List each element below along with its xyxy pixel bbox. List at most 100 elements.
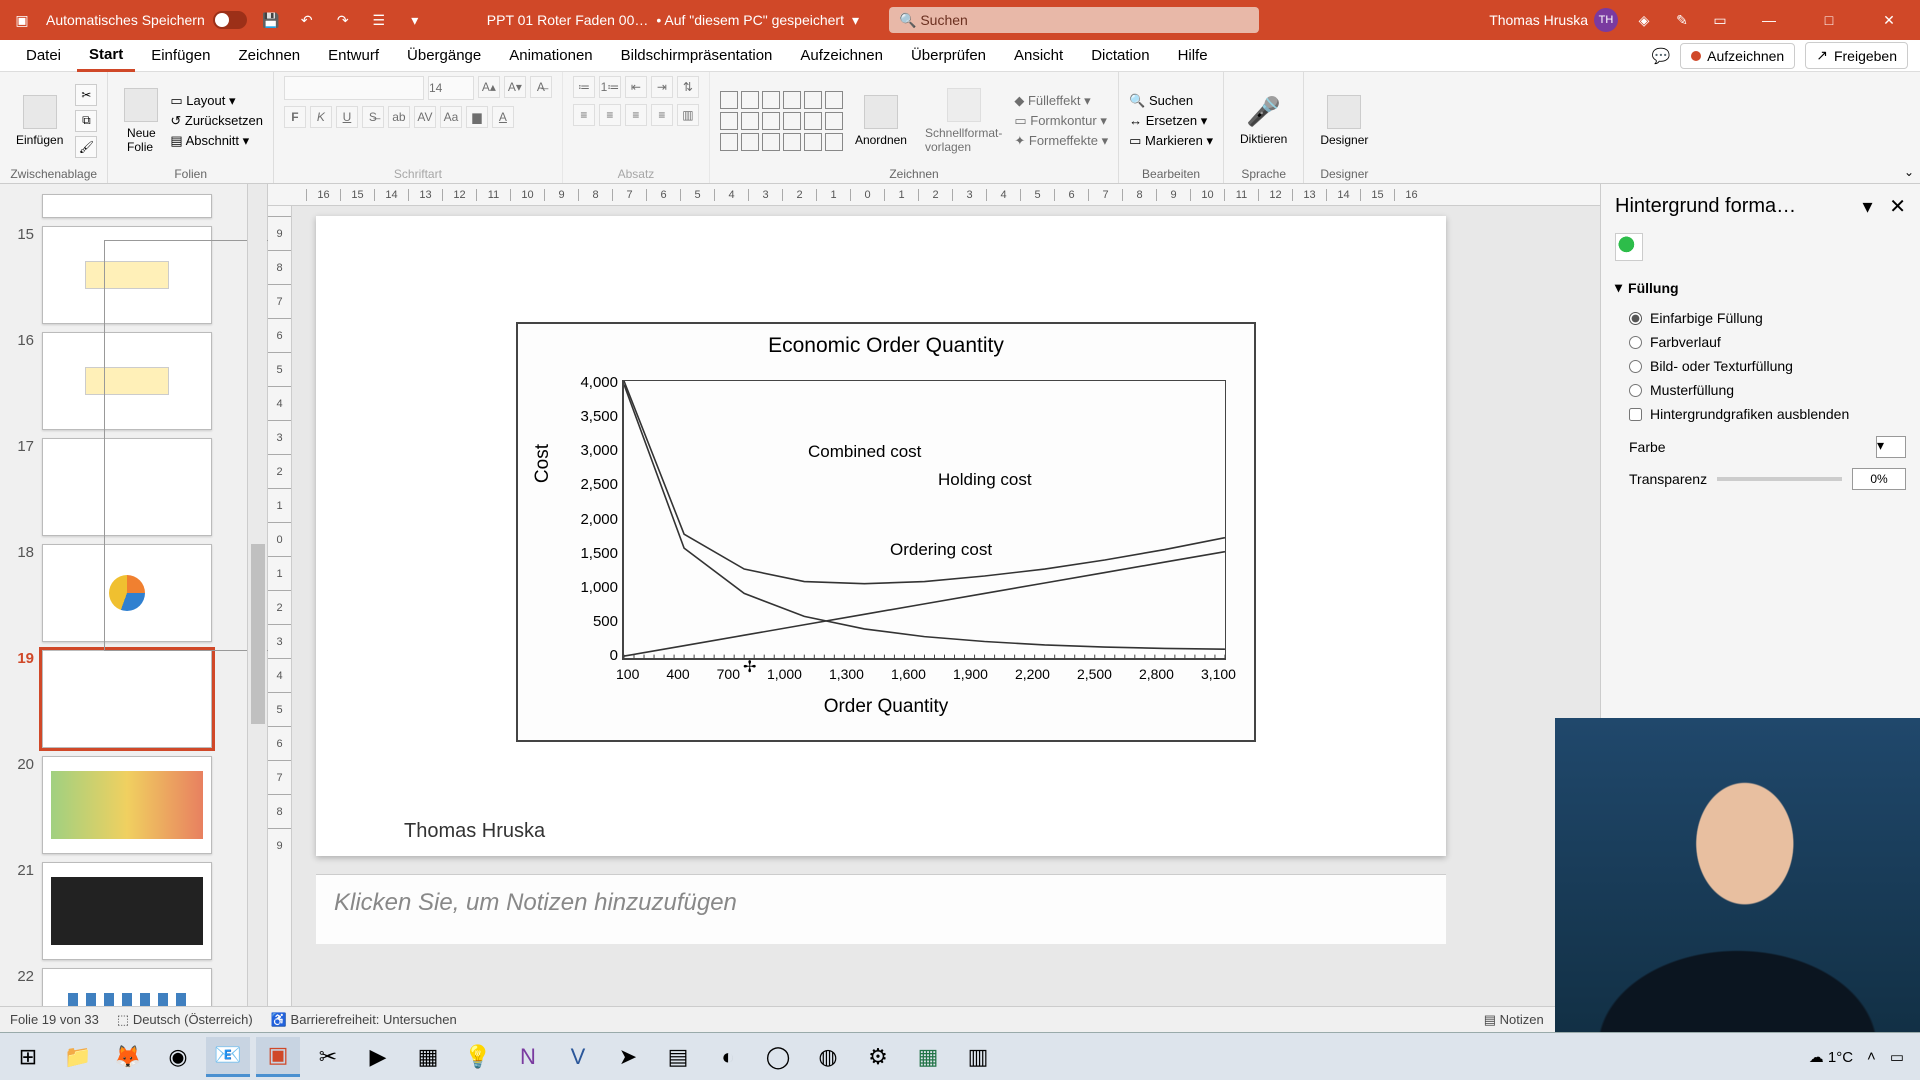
app-icon[interactable]: ◍	[806, 1037, 850, 1077]
language-button[interactable]: ⬚ Deutsch (Österreich)	[117, 1012, 253, 1028]
find-button[interactable]: 🔍 Suchen	[1129, 93, 1213, 109]
system-tray[interactable]: ☁ 1°C ˄ ▭	[1809, 1048, 1914, 1066]
horizontal-ruler[interactable]: 1615141312111098765432101234567891011121…	[268, 184, 1600, 206]
tab-animationen[interactable]: Animationen	[497, 41, 604, 70]
justify-icon[interactable]: ≡	[651, 104, 673, 126]
align-right-icon[interactable]: ≡	[625, 104, 647, 126]
window-icon[interactable]: ▭	[1708, 8, 1732, 32]
tab-übergänge[interactable]: Übergänge	[395, 41, 493, 70]
opt-picture-fill[interactable]: Bild- oder Texturfüllung	[1615, 354, 1906, 378]
designer-button[interactable]: Designer	[1314, 91, 1374, 151]
calc-icon[interactable]: ▦	[406, 1037, 450, 1077]
dedent-icon[interactable]: ⇤	[625, 76, 647, 98]
maximize-button[interactable]: □	[1806, 0, 1852, 40]
chevron-down-icon[interactable]: ▾	[852, 12, 859, 29]
linesp-icon[interactable]: ⇅	[677, 76, 699, 98]
firefox-icon[interactable]: 🦊	[106, 1037, 150, 1077]
arrange-button[interactable]: Anordnen	[849, 91, 913, 151]
tab-start[interactable]: Start	[77, 40, 135, 72]
onenote-icon[interactable]: N	[506, 1037, 550, 1077]
circle-icon[interactable]: ◯	[756, 1037, 800, 1077]
save-icon[interactable]: 💾	[259, 8, 283, 32]
pen-icon[interactable]: ✎	[1670, 8, 1694, 32]
tab-ansicht[interactable]: Ansicht	[1002, 41, 1075, 70]
thumb-scrollbar[interactable]	[247, 184, 267, 1006]
font-family-combo[interactable]	[284, 76, 424, 100]
comments-icon[interactable]: 💬	[1651, 47, 1670, 65]
shape-effects-button[interactable]: ✦ Formeffekte ▾	[1014, 133, 1108, 149]
a11y-button[interactable]: ♿ Barrierefreiheit: Untersuchen	[271, 1012, 457, 1028]
bullets-icon[interactable]: ≔	[573, 76, 595, 98]
tab-dictation[interactable]: Dictation	[1079, 41, 1161, 70]
tray-up-icon[interactable]: ˄	[1867, 1048, 1876, 1065]
shadow-button[interactable]: ab	[388, 106, 410, 128]
new-slide-button[interactable]: Neue Folie	[118, 84, 164, 158]
clear-format-icon[interactable]: A̶	[530, 76, 552, 98]
slide-canvas[interactable]: Economic Order Quantity Cost 4,0003,5003…	[292, 206, 1600, 1006]
transparency-slider[interactable]	[1717, 477, 1842, 481]
case-button[interactable]: Aa	[440, 106, 462, 128]
weather-icon[interactable]: ☁ 1°C	[1809, 1048, 1853, 1066]
tray-more-icon[interactable]: ▭	[1890, 1048, 1904, 1066]
shapes-gallery[interactable]	[720, 91, 843, 151]
tab-datei[interactable]: Datei	[14, 41, 73, 70]
underline-button[interactable]: U	[336, 106, 358, 128]
numbering-icon[interactable]: 1≔	[599, 76, 621, 98]
tab-aufzeichnen[interactable]: Aufzeichnen	[788, 41, 895, 70]
close-button[interactable]: ✕	[1866, 0, 1912, 40]
replace-button[interactable]: ↔ Ersetzen ▾	[1129, 113, 1213, 129]
diamond-icon[interactable]: ◈	[1632, 8, 1656, 32]
grow-font-icon[interactable]: A▴	[478, 76, 500, 98]
more-icon[interactable]: ▾	[403, 8, 427, 32]
cut-icon[interactable]: ✂	[75, 84, 97, 106]
vertical-ruler[interactable]: 9876543210123456789	[268, 206, 292, 1006]
format-painter-icon[interactable]: 🖌	[75, 136, 97, 158]
opt-hide-bg[interactable]: Hintergrundgrafiken ausblenden	[1615, 402, 1906, 426]
opt-pattern-fill[interactable]: Musterfüllung	[1615, 378, 1906, 402]
align-center-icon[interactable]: ≡	[599, 104, 621, 126]
indent-icon[interactable]: ⇥	[651, 76, 673, 98]
tab-zeichnen[interactable]: Zeichnen	[226, 41, 312, 70]
italic-button[interactable]: K	[310, 106, 332, 128]
layout-button[interactable]: ▭ Layout ▾	[170, 93, 263, 109]
undo-icon[interactable]: ↶	[295, 8, 319, 32]
tab-überprüfen[interactable]: Überprüfen	[899, 41, 998, 70]
opt-solid-fill[interactable]: Einfarbige Füllung	[1615, 306, 1906, 330]
align-left-icon[interactable]: ≡	[573, 104, 595, 126]
collapse-ribbon-icon[interactable]: ⌄	[1904, 165, 1914, 179]
spacing-button[interactable]: AV	[414, 106, 436, 128]
tab-hilfe[interactable]: Hilfe	[1166, 41, 1220, 70]
bold-button[interactable]: F	[284, 106, 306, 128]
shape-fill-button[interactable]: ◆ Fülleffekt ▾	[1014, 93, 1108, 109]
strike-button[interactable]: S̶	[362, 106, 384, 128]
highlight-icon[interactable]: ▆	[466, 106, 488, 128]
paste-button[interactable]: Einfügen	[10, 91, 69, 151]
thumbnail[interactable]: 20	[0, 752, 247, 858]
opt-gradient-fill[interactable]: Farbverlauf	[1615, 330, 1906, 354]
record-button[interactable]: Aufzeichnen	[1680, 43, 1795, 69]
redo-icon[interactable]: ↷	[331, 8, 355, 32]
telegram-icon[interactable]: ➤	[606, 1037, 650, 1077]
fill-tab-icon[interactable]	[1615, 233, 1643, 261]
tip-icon[interactable]: 💡	[456, 1037, 500, 1077]
toggle-switch[interactable]	[213, 11, 247, 29]
select-button[interactable]: ▭ Markieren ▾	[1129, 133, 1213, 149]
visio-icon[interactable]: V	[556, 1037, 600, 1077]
thumbnail[interactable]	[0, 190, 247, 222]
thumbnail[interactable]: 21	[0, 858, 247, 964]
powerpoint-icon[interactable]: ▣	[256, 1037, 300, 1077]
tab-bildschirmpräsentation[interactable]: Bildschirmpräsentation	[609, 41, 785, 70]
transparency-input[interactable]	[1852, 468, 1906, 490]
minimize-button[interactable]: —	[1746, 0, 1792, 40]
excel-icon[interactable]: ▦	[906, 1037, 950, 1077]
tab-einfügen[interactable]: Einfügen	[139, 41, 222, 70]
section-button[interactable]: ▤ Abschnitt ▾	[170, 133, 263, 149]
slide[interactable]: Economic Order Quantity Cost 4,0003,5003…	[316, 216, 1446, 856]
chart-eoq[interactable]: Economic Order Quantity Cost 4,0003,5003…	[516, 322, 1256, 742]
reset-button[interactable]: ↺ Zurücksetzen	[170, 113, 263, 129]
document-title[interactable]: PPT 01 Roter Faden 00… • Auf "diesem PC"…	[487, 12, 859, 29]
font-size-combo[interactable]	[428, 76, 474, 100]
thumbnail[interactable]: 19	[0, 646, 247, 752]
settings-icon[interactable]: ⚙	[856, 1037, 900, 1077]
outlook-icon[interactable]: 📧	[206, 1037, 250, 1077]
